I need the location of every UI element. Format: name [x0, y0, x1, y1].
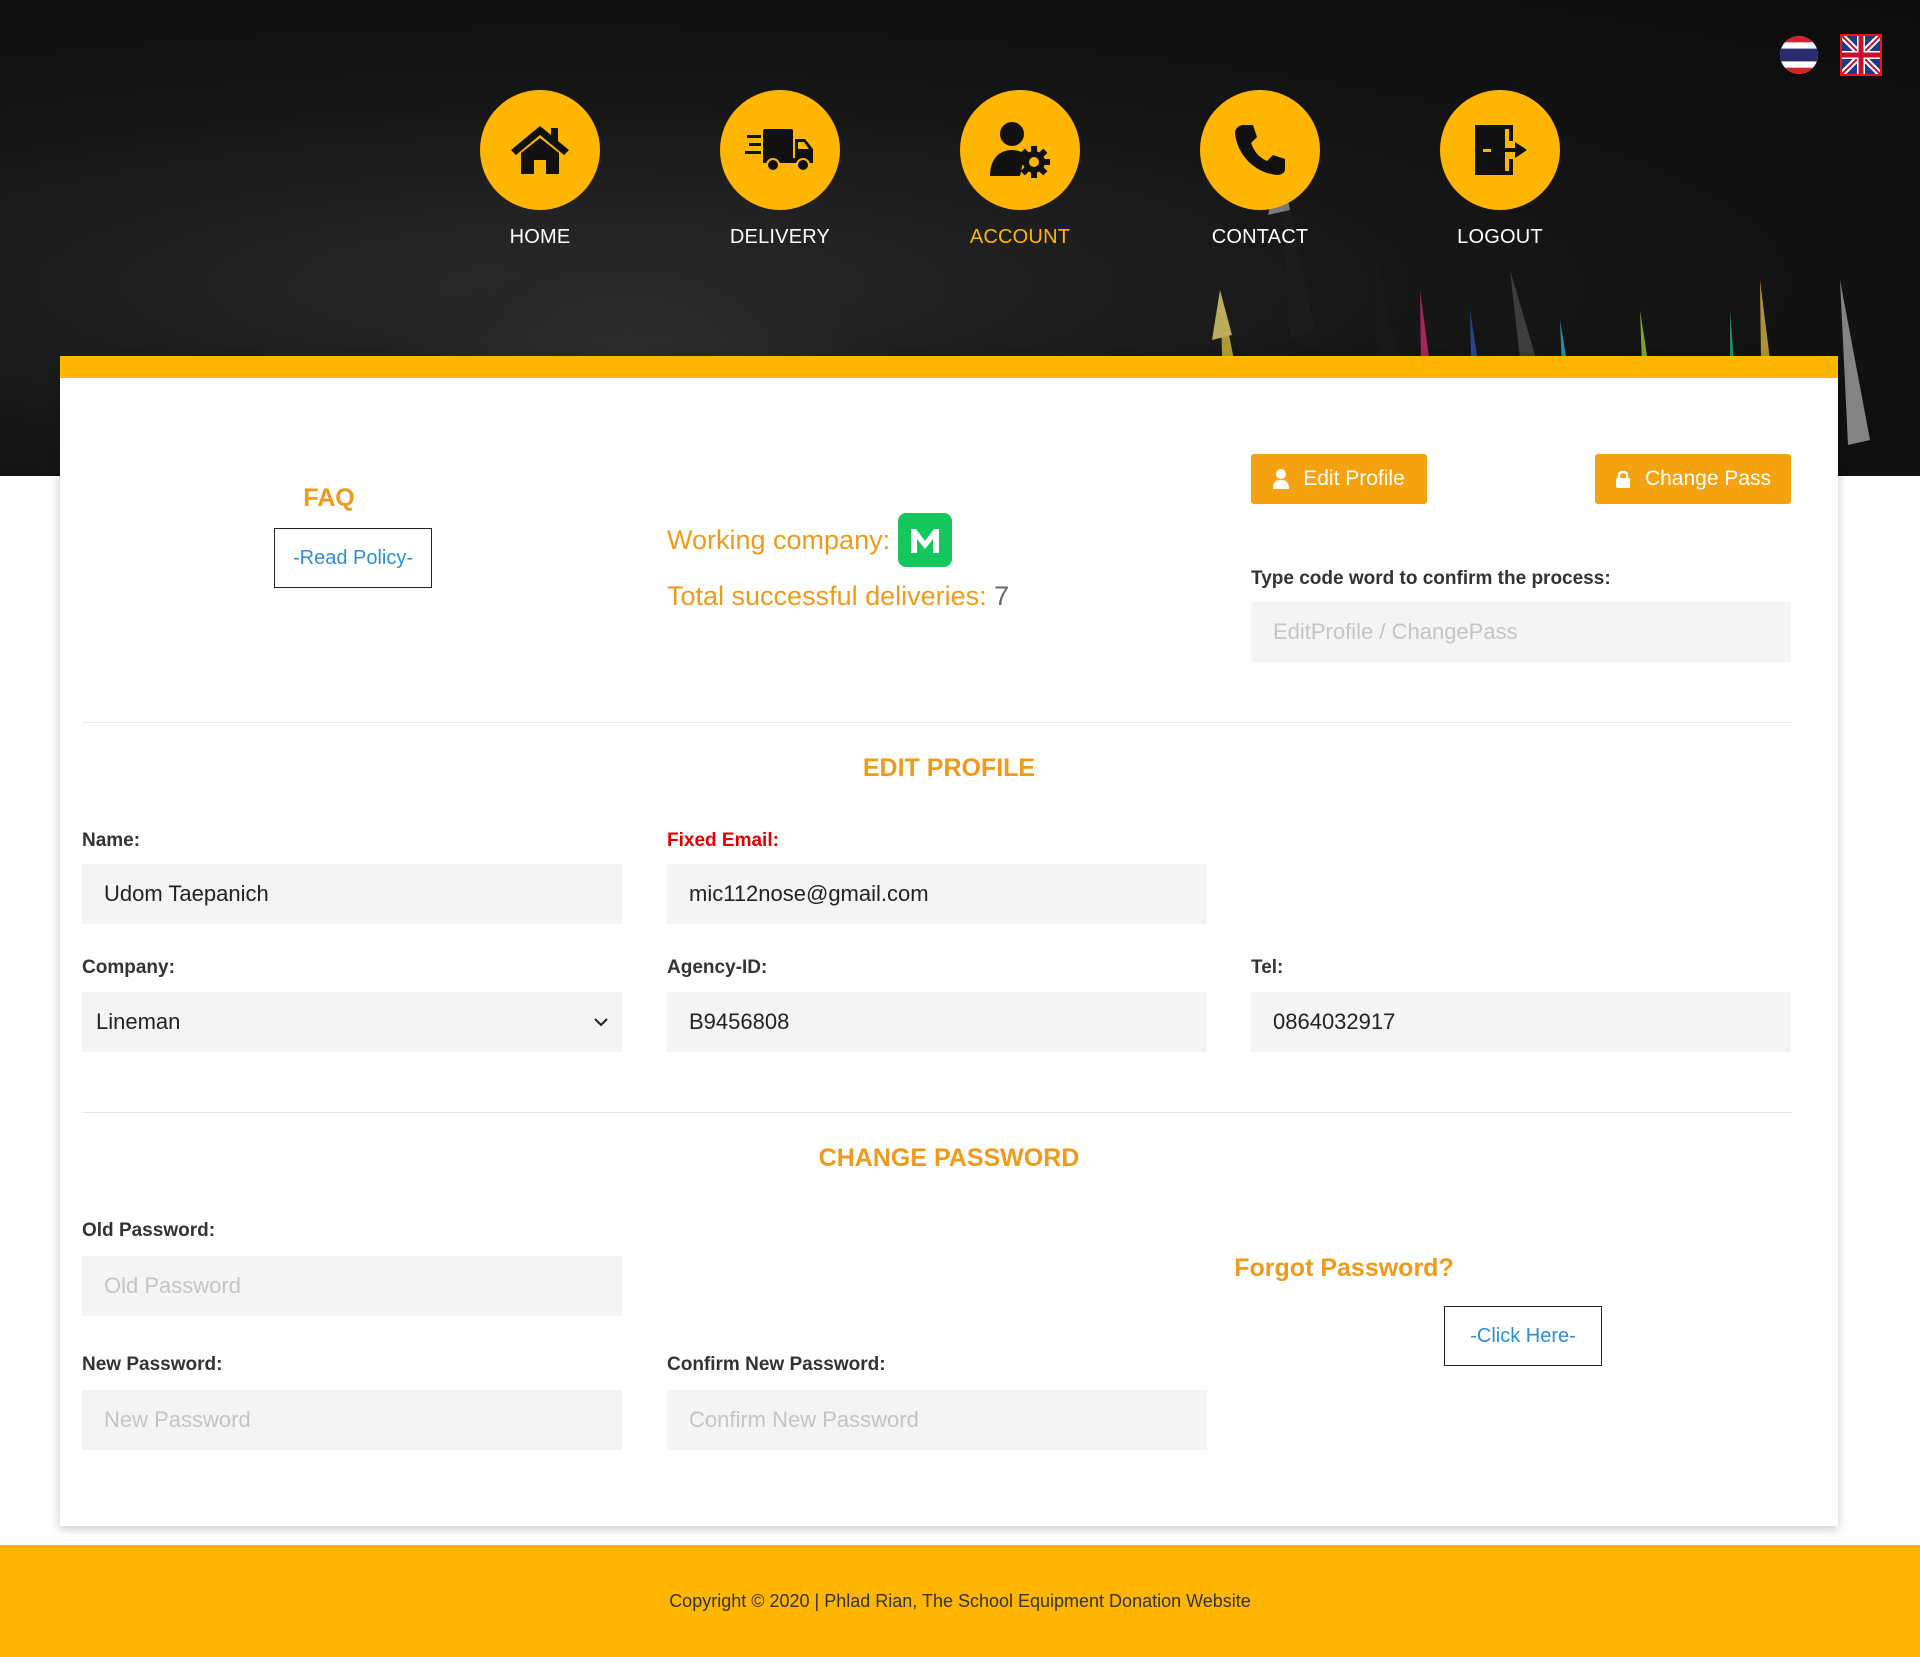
code-word-label: Type code word to confirm the process:	[1251, 568, 1611, 589]
copyright-text: Copyright © 2020 | Phlad Rian, The Schoo…	[669, 1590, 1251, 1611]
change-pass-button[interactable]: Change Pass	[1595, 454, 1791, 504]
home-icon	[511, 126, 569, 174]
faq-title: FAQ	[303, 484, 355, 512]
lineman-logo	[898, 513, 953, 567]
forgot-password-title: Forgot Password?	[1234, 1254, 1454, 1282]
old-password-label: Old Password:	[82, 1220, 216, 1241]
read-policy-button[interactable]: -Read Policy-	[274, 528, 432, 588]
nav-label-home: HOME	[509, 226, 571, 248]
footer: Copyright © 2020 | Phlad Rian, The Schoo…	[0, 1545, 1920, 1657]
company-label: Company:	[82, 957, 175, 978]
code-word-input[interactable]	[1251, 602, 1791, 662]
main-nav: HOME DELIVERY ACCOUNT CONTACT LOGOUT	[420, 90, 1620, 249]
company-selected-value: Lineman	[96, 1009, 181, 1034]
edit-profile-button[interactable]: Edit Profile	[1251, 454, 1427, 504]
contact-button[interactable]	[1200, 90, 1320, 210]
delivery-button[interactable]	[720, 90, 840, 210]
account-button[interactable]	[960, 90, 1080, 210]
new-password-label: New Password:	[82, 1354, 223, 1375]
confirm-password-label: Confirm New Password:	[667, 1354, 886, 1375]
divider	[82, 722, 1793, 723]
nav-label-delivery: DELIVERY	[729, 226, 831, 248]
name-label: Name:	[82, 830, 141, 851]
edit-profile-title: EDIT PROFILE	[862, 754, 1036, 782]
nav-item-contact[interactable]: CONTACT	[1140, 90, 1380, 249]
divider	[82, 1112, 1793, 1113]
m-letter-icon	[911, 529, 940, 553]
logout-button[interactable]	[1440, 90, 1560, 210]
logout-door-icon	[1475, 125, 1527, 175]
new-password-input[interactable]	[82, 1390, 622, 1450]
total-deliveries: Total successful deliveries: 7	[667, 581, 1009, 612]
fixed-email-label: Fixed Email:	[667, 830, 779, 851]
nav-item-home[interactable]: HOME	[420, 90, 660, 249]
working-company: Working company:	[667, 513, 953, 567]
chevron-down-icon	[594, 1018, 608, 1027]
nav-label-logout: LOGOUT	[1457, 226, 1543, 248]
thai-flag-icon[interactable]	[1780, 36, 1818, 74]
tel-input[interactable]	[1251, 992, 1791, 1052]
working-company-label: Working company:	[667, 524, 891, 555]
change-pass-label: Change Pass	[1644, 467, 1772, 490]
deliveries-count: 7	[994, 581, 1010, 611]
uk-flag-icon[interactable]	[1840, 34, 1882, 76]
name-input[interactable]	[82, 864, 622, 924]
delivery-truck-icon	[745, 129, 813, 172]
confirm-password-input[interactable]	[667, 1390, 1207, 1450]
change-password-title: CHANGE PASSWORD	[818, 1144, 1080, 1172]
nav-item-logout[interactable]: LOGOUT	[1380, 90, 1620, 249]
language-switcher	[1780, 34, 1882, 76]
agency-id-input[interactable]	[667, 992, 1207, 1052]
user-icon	[1273, 469, 1290, 489]
forgot-password-link[interactable]: -Click Here-	[1444, 1306, 1602, 1366]
nav-label-contact: CONTACT	[1211, 226, 1309, 248]
edit-profile-label: Edit Profile	[1303, 467, 1405, 490]
deliveries-label: Total successful deliveries:	[667, 581, 987, 611]
phone-icon	[1235, 125, 1285, 175]
user-gear-icon	[990, 122, 1050, 178]
agency-id-label: Agency-ID:	[667, 957, 768, 978]
old-password-input[interactable]	[82, 1256, 622, 1316]
lock-icon	[1615, 470, 1630, 488]
email-field[interactable]	[667, 864, 1207, 924]
home-button[interactable]	[480, 90, 600, 210]
nav-item-delivery[interactable]: DELIVERY	[660, 90, 900, 249]
tel-label: Tel:	[1251, 957, 1284, 978]
account-card: FAQ -Read Policy- Working company: Total…	[60, 356, 1838, 1526]
nav-item-account[interactable]: ACCOUNT	[900, 90, 1140, 249]
company-select[interactable]: Lineman	[82, 992, 622, 1052]
nav-label-account: ACCOUNT	[969, 226, 1071, 248]
